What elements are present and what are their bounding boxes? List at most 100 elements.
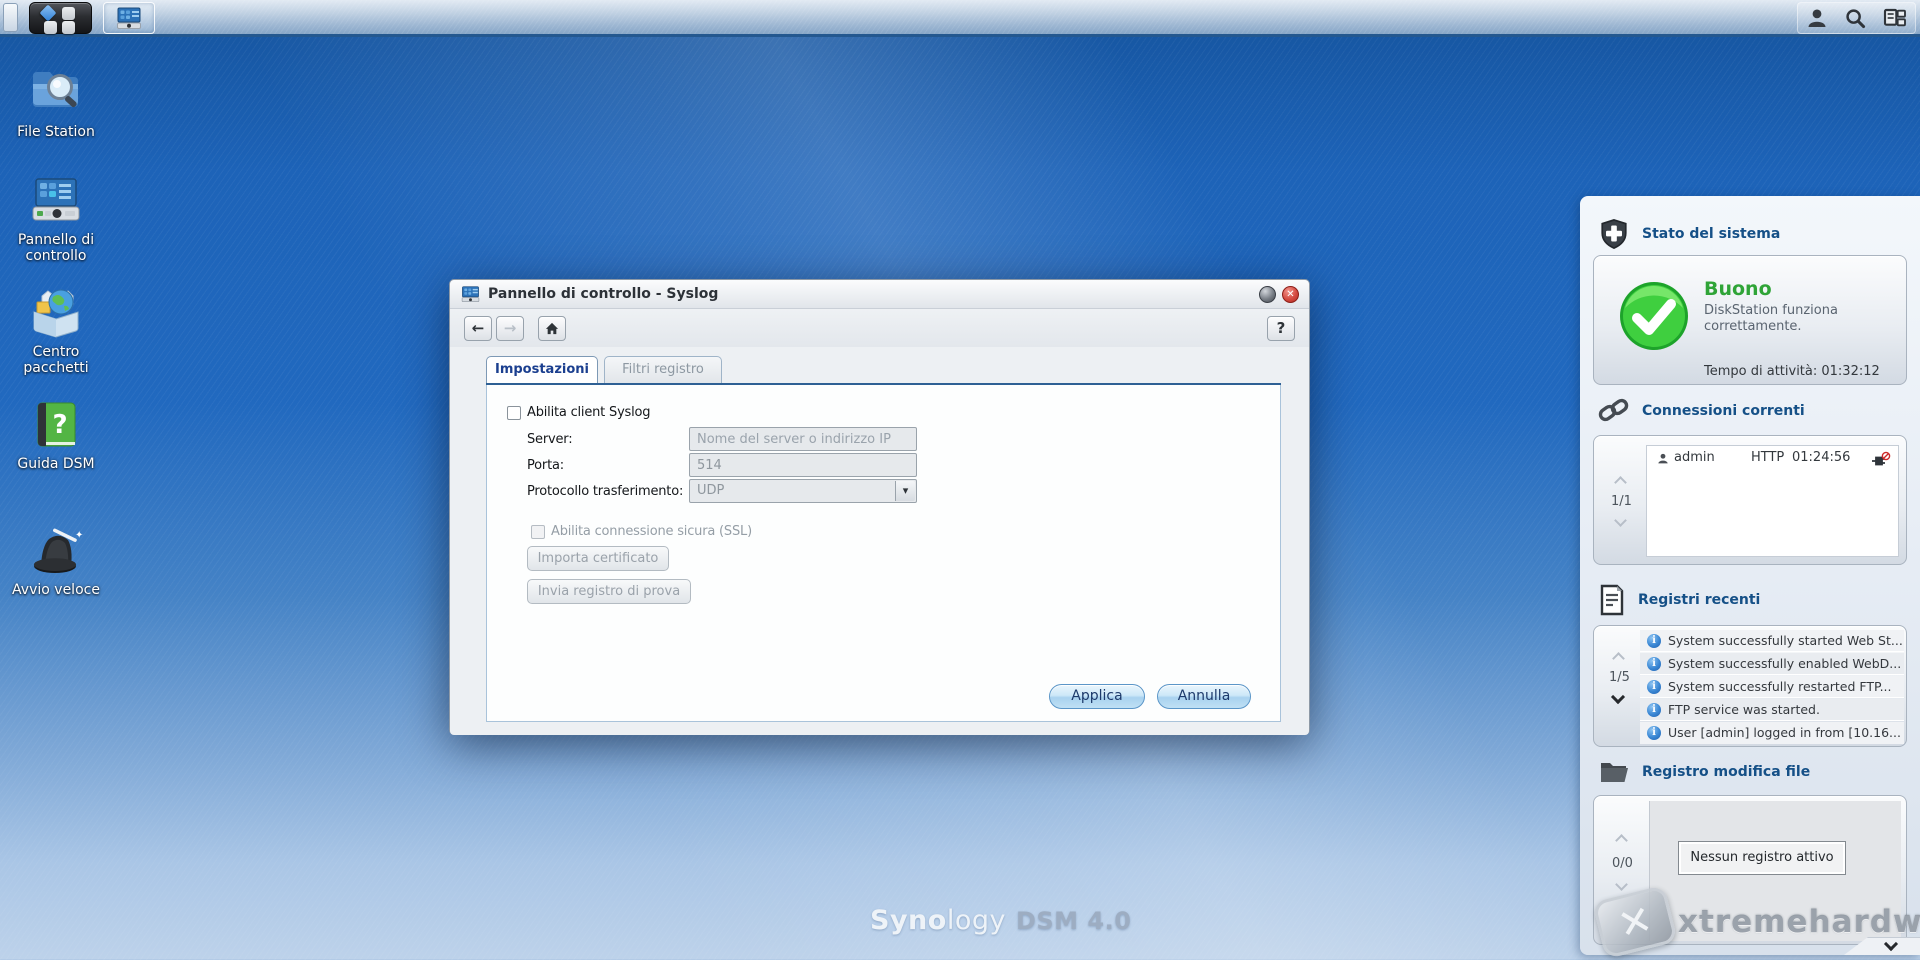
file-station-icon xyxy=(27,64,85,118)
protocol-select: UDP ▾ xyxy=(689,479,917,503)
desktop-icon-label: Pannello di controllo xyxy=(4,232,108,264)
window-title: Pannello di controllo - Syslog xyxy=(488,286,718,302)
uptime-text: Tempo di attività: 01:32:12 xyxy=(1704,364,1880,379)
page-up-icon[interactable] xyxy=(1614,476,1627,489)
tab-impostazioni[interactable]: Impostazioni xyxy=(486,356,598,383)
svg-text:?: ? xyxy=(52,410,67,440)
quick-start-icon: ✦ xyxy=(28,526,84,576)
connection-protocol: HTTP xyxy=(1751,446,1784,470)
status-description: DiskStation funziona correttamente. xyxy=(1704,303,1879,336)
user-icon[interactable] xyxy=(1806,7,1828,29)
main-menu-square-icon xyxy=(44,21,57,34)
search-icon[interactable] xyxy=(1844,7,1866,29)
desktop-icon-control-panel[interactable]: Pannello di controllo xyxy=(4,176,108,264)
info-icon: i xyxy=(1647,634,1661,648)
tab-panel: Impostazioni Filtri registro Abilita cli… xyxy=(486,356,1281,722)
main-menu-diamond-icon xyxy=(40,5,57,22)
close-button[interactable]: ✕ xyxy=(1282,286,1299,303)
log-row[interactable]: i User [admin] logged in from [10.16... xyxy=(1640,722,1904,744)
taskbar-tray xyxy=(1797,2,1916,34)
minimize-button[interactable] xyxy=(1259,286,1276,303)
window-control-panel-icon xyxy=(461,285,480,303)
folder-open-icon xyxy=(1598,758,1630,786)
server-label: Server: xyxy=(527,432,572,447)
page-down-icon[interactable] xyxy=(1615,878,1628,891)
cancel-button[interactable]: Annulla xyxy=(1157,684,1251,709)
ssl-label: Abilita connessione sicura (SSL) xyxy=(551,524,752,539)
port-label: Porta: xyxy=(527,458,564,473)
connections-pager: 1/1 xyxy=(1611,494,1632,509)
main-menu-square-icon xyxy=(62,21,75,34)
log-text: System successfully enabled WebD... xyxy=(1668,653,1901,675)
tab-underline xyxy=(486,383,1281,385)
log-row[interactable]: i System successfully enabled WebD... xyxy=(1640,653,1904,675)
syslog-form: Abilita client Syslog Server: Porta: Pro… xyxy=(486,385,1281,722)
connections-header: Connessioni correnti xyxy=(1598,396,1805,426)
collapse-chevron-icon xyxy=(1884,936,1898,950)
dsm-help-icon: ? xyxy=(30,400,82,450)
logo-product: DSM 4.0 xyxy=(1016,907,1131,935)
home-icon xyxy=(545,322,559,335)
page-up-icon[interactable] xyxy=(1615,834,1628,847)
logs-pager: 1/5 xyxy=(1609,670,1630,685)
desktop-icon-label: Guida DSM xyxy=(17,456,94,472)
protocol-label: Protocollo trasferimento: xyxy=(527,484,683,499)
port-input xyxy=(689,453,917,477)
info-icon: i xyxy=(1647,703,1661,717)
control-panel-icon xyxy=(116,6,142,30)
file-log-header: Registro modifica file xyxy=(1598,758,1810,786)
pilot-view-icon[interactable] xyxy=(1883,7,1907,29)
recent-logs-panel: 1/5 i System successfully started Web St… xyxy=(1593,625,1907,747)
show-desktop-button[interactable] xyxy=(3,3,18,32)
file-log-pager: 0/0 xyxy=(1612,856,1633,871)
logo-brand-rest: logy xyxy=(947,905,1006,936)
home-button[interactable] xyxy=(538,316,566,341)
log-row[interactable]: i System successfully started Web St... xyxy=(1640,630,1904,652)
info-icon: i xyxy=(1647,657,1661,671)
log-row[interactable]: i System successfully restarted FTP... xyxy=(1640,676,1904,698)
taskbar-item-control-panel[interactable] xyxy=(103,2,155,34)
help-button[interactable]: ? xyxy=(1267,316,1295,341)
tab-filtri-registro[interactable]: Filtri registro xyxy=(604,356,722,383)
ssl-checkbox xyxy=(531,525,545,539)
protocol-select-value: UDP xyxy=(697,483,724,498)
desktop-icon-label: Avvio veloce xyxy=(12,582,100,598)
recent-logs-header: Registri recenti xyxy=(1598,584,1760,616)
desktop-icon-dsm-help[interactable]: ? Guida DSM xyxy=(4,400,108,472)
connections-list: admin HTTP 01:24:56 xyxy=(1646,445,1899,557)
send-test-log-button: Invia registro di prova xyxy=(527,579,691,604)
dsm-logo: SynologyDSM 4.0 xyxy=(870,905,1131,936)
enable-syslog-checkbox[interactable] xyxy=(507,406,521,420)
apply-button[interactable]: Applica xyxy=(1049,684,1145,709)
disconnect-icon[interactable] xyxy=(1871,451,1891,467)
log-text: System successfully restarted FTP... xyxy=(1668,676,1892,698)
main-menu-button[interactable] xyxy=(29,2,92,34)
enable-syslog-label: Abilita client Syslog xyxy=(527,405,650,420)
back-button[interactable]: ← xyxy=(464,316,492,341)
user-icon xyxy=(1657,452,1669,465)
window-titlebar[interactable]: Pannello di controllo - Syslog ✕ xyxy=(450,280,1309,309)
chevron-down-icon: ▾ xyxy=(895,481,915,501)
desktop-icon-quick-start[interactable]: ✦ Avvio veloce xyxy=(4,526,108,598)
file-log-empty-message: Nessun registro attivo xyxy=(1678,841,1846,875)
page-up-icon[interactable] xyxy=(1612,652,1625,665)
server-input xyxy=(689,427,917,451)
forward-button[interactable]: → xyxy=(496,316,524,341)
log-row[interactable]: i FTP service was started. xyxy=(1640,699,1904,721)
connection-user: admin xyxy=(1674,446,1715,470)
log-text: FTP service was started. xyxy=(1668,699,1820,721)
window-content: Impostazioni Filtri registro Abilita cli… xyxy=(450,347,1309,735)
desktop-icon-file-station[interactable]: File Station xyxy=(4,64,108,140)
main-menu-square-icon xyxy=(62,7,75,20)
log-text: System successfully started Web St... xyxy=(1668,630,1903,652)
control-panel-icon xyxy=(28,176,84,226)
file-log-list: Nessun registro attivo xyxy=(1649,801,1901,941)
info-icon: i xyxy=(1647,680,1661,694)
connection-row[interactable]: admin HTTP 01:24:56 xyxy=(1647,446,1898,470)
page-down-icon[interactable] xyxy=(1611,690,1625,704)
system-status-panel: Buono DiskStation funziona correttamente… xyxy=(1593,255,1907,385)
page-down-icon[interactable] xyxy=(1614,514,1627,527)
chain-link-icon xyxy=(1598,396,1630,426)
log-text: User [admin] logged in from [10.16... xyxy=(1668,722,1901,744)
desktop-icon-package-center[interactable]: Centro pacchetti xyxy=(4,286,108,376)
